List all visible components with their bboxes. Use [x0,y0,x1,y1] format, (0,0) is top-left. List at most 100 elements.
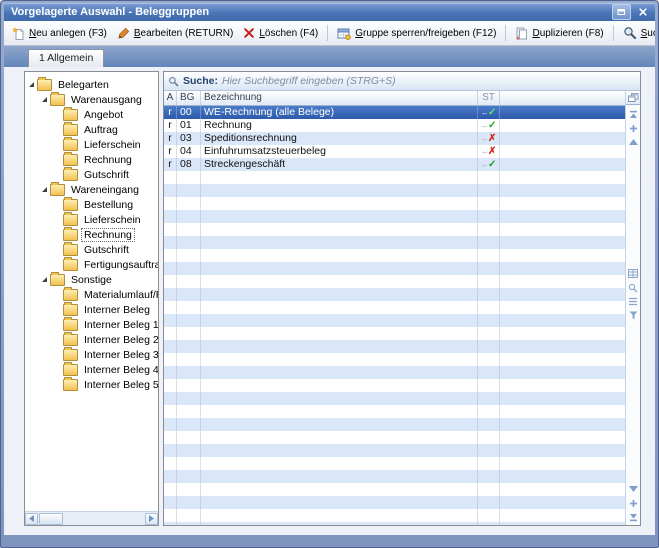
folder-icon [63,106,78,121]
expand-triangle-icon[interactable] [42,187,47,192]
cell-bezeichnung [201,275,478,288]
tree-item-interner-beleg-1-pps-[interactable]: Interner Beleg 1 (PPS) [25,316,158,332]
tree-item-interner-beleg[interactable]: Interner Beleg [25,301,158,317]
empty-row [164,496,625,509]
grid-button[interactable] [628,269,639,279]
tree-item-gutschrift[interactable]: Gutschrift [25,166,158,182]
close-button[interactable] [634,5,651,19]
tree-item-angebot[interactable]: Angebot [25,106,158,122]
arrow-up-button[interactable] [628,137,639,147]
cell-bg [177,340,201,353]
duplicate-button[interactable]: Duplizieren (F8) [511,25,607,42]
search-bar[interactable]: Suche: [164,72,640,91]
restore-button[interactable] [612,4,631,20]
cell-bg [177,470,201,483]
tree-item-interner-beleg-5-pps-[interactable]: Interner Beleg 5 (PPS) [25,376,158,392]
table-row[interactable]: r 08 Streckengeschäft ←✓ [164,158,625,171]
tree-item-label: Interner Beleg [84,303,150,316]
tree-item-interner-beleg-4-pps-[interactable]: Interner Beleg 4 (PPS) [25,361,158,377]
grid-rows-area: r 00 WE-Rechnung (alle Belege) ←✓ r 01 Rechnun… [164,106,625,525]
expand-triangle-icon[interactable] [29,82,34,87]
empty-row [164,522,625,525]
tree-panel: Belegarten Warenausgang Angebot Auftrag Lief… [24,71,159,526]
tree-item-lieferschein[interactable]: Lieferschein [25,211,158,227]
tree-item-interner-beleg-3-pps-[interactable]: Interner Beleg 3 (PPS) [25,346,158,362]
cell-filler [500,262,625,275]
cell-bezeichnung [201,366,478,379]
arrow-down-button[interactable] [628,484,639,494]
cell-status: ←✗ [478,145,500,158]
cell-status [478,197,500,210]
expand-triangle-icon[interactable] [42,277,47,282]
cell-status [478,353,500,366]
tree-item-label: Interner Beleg 4 (PPS) [84,363,158,376]
empty-row [164,197,625,210]
table-row[interactable]: r 04 Einfuhrumsatzsteuerbeleg ←✗ [164,145,625,158]
grid-nav-bottom-group [628,484,639,522]
column-header-a[interactable]: A [164,91,177,105]
cell-filler [500,431,625,444]
plus-button[interactable] [628,498,639,508]
cell-filler [500,496,625,509]
cell-filler [500,249,625,262]
tree-item-rechnung[interactable]: Rechnung [25,226,158,242]
tree-item-materialumlauf-reparatur[interactable]: Materialumlauf/Reparatur [25,286,158,302]
go-top-button[interactable] [628,109,639,119]
folder-icon [63,241,78,256]
cell-bg: 03 [177,132,201,145]
tree-item-bestellung[interactable]: Bestellung [25,196,158,212]
table-row[interactable]: r 03 Speditionsrechnung ←✗ [164,132,625,145]
go-bottom-button[interactable] [628,512,639,522]
tab-allgemein[interactable]: 1 Allgemein [28,49,105,67]
cell-bg [177,171,201,184]
column-header-bez[interactable]: Bezeichnung [201,91,478,105]
empty-row [164,184,625,197]
scroll-left-button[interactable] [25,512,38,525]
column-header-bg[interactable]: BG [177,91,201,105]
cell-bg [177,522,201,525]
tree-item-belegarten[interactable]: Belegarten [25,76,158,92]
status-check-icon: ✓ [488,107,497,118]
tree-item-fertigungsauftrag-pps-[interactable]: Fertigungsauftrag (PPS) [25,256,158,272]
empty-row [164,444,625,457]
tree-horizontal-scrollbar[interactable] [25,511,158,525]
lock-group-button[interactable]: Gruppe sperren/freigeben (F12) [333,25,500,42]
tree-item-label: Angebot [84,108,124,121]
cell-bg [177,184,201,197]
tree-item-gutschrift[interactable]: Gutschrift [25,241,158,257]
tree-item-sonstige[interactable]: Sonstige [25,271,158,287]
column-chooser-button[interactable] [626,91,640,105]
column-header-st[interactable]: ST [478,91,500,105]
filter-button[interactable] [628,311,639,321]
new-button[interactable]: Neu anlegen (F3) [8,25,111,42]
cell-art [164,197,177,210]
cell-bezeichnung [201,483,478,496]
edit-button[interactable]: Bearbeiten (RETURN) [113,25,237,42]
search-button[interactable]: Suchen (STRG+S) [619,24,655,42]
cell-filler [500,509,625,522]
cell-art [164,262,177,275]
cell-bezeichnung [201,340,478,353]
dialog-window: Vorgelagerte Auswahl - Beleggruppen Neu … [0,0,659,548]
tree-item-rechnung[interactable]: Rechnung [25,151,158,167]
empty-row [164,301,625,314]
magnifier-button[interactable] [628,283,639,293]
title-bar[interactable]: Vorgelagerte Auswahl - Beleggruppen [4,3,655,21]
delete-button[interactable]: Löschen (F4) [239,25,322,41]
scroll-right-button[interactable] [145,512,158,525]
table-row[interactable]: r 01 Rechnung ←✓ [164,119,625,132]
folder-icon [63,151,78,166]
table-row[interactable]: r 00 WE-Rechnung (alle Belege) ←✓ [164,106,625,119]
scrollbar-thumb[interactable] [39,512,63,525]
tree-item-lieferschein[interactable]: Lieferschein [25,136,158,152]
list-button[interactable] [628,297,639,307]
cell-bezeichnung [201,353,478,366]
expand-triangle-icon[interactable] [42,97,47,102]
search-input[interactable] [222,75,636,87]
tree-item-auftrag[interactable]: Auftrag [25,121,158,137]
cell-bezeichnung [201,431,478,444]
tree-item-warenausgang[interactable]: Warenausgang [25,91,158,107]
tree-item-interner-beleg-2-pps-[interactable]: Interner Beleg 2 (PPS) [25,331,158,347]
plus-button[interactable] [628,123,639,133]
tree-item-wareneingang[interactable]: Wareneingang [25,181,158,197]
